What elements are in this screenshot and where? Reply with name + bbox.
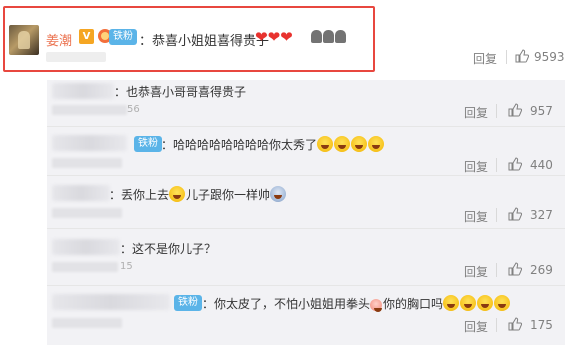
reply-button[interactable]: 回复	[464, 104, 488, 121]
reply-text: ：你太皮了，不怕小姐姐用拳头 你的胸口吗	[202, 295, 511, 312]
laugh-emoji-icon	[460, 295, 477, 311]
reply-text: ：这不是你儿子？	[120, 242, 217, 256]
avatar[interactable]	[9, 25, 39, 55]
reply-button[interactable]: 回复	[464, 208, 488, 225]
reply-button[interactable]: 回复	[464, 318, 488, 335]
heart-emojis: ❤ ❤ ❤	[255, 29, 293, 45]
heart-icon: ❤	[267, 28, 281, 46]
reply-item: ：也恭喜小哥哥喜得贵子 56 回复 957	[47, 80, 565, 124]
author-name[interactable]: 姜潮	[46, 30, 72, 49]
comment-text: ：恭喜小姐姐喜得贵子	[139, 34, 270, 49]
thumbs-up-icon[interactable]	[515, 49, 529, 63]
main-comment: 姜潮 V 铁粉 ：恭喜小姐姐喜得贵子 ❤ ❤ ❤ 回复 9593	[0, 0, 565, 80]
wink-emoji-icon	[477, 295, 494, 311]
like-count: 9593	[534, 50, 565, 64]
like-count: 175	[530, 318, 553, 332]
blurred-timestamp	[52, 158, 122, 168]
blurred-username	[52, 83, 114, 99]
clap-hands-icon	[311, 30, 322, 43]
fist-emoji-icon	[370, 299, 383, 312]
divider	[506, 50, 507, 64]
divider	[496, 158, 497, 172]
reply-list: ：也恭喜小哥哥喜得贵子 56 回复 957 铁粉 ：哈哈哈哈哈哈哈哈你太秀了 回…	[47, 80, 565, 345]
like-count: 269	[530, 263, 553, 277]
fan-badge: 铁粉	[109, 29, 137, 45]
laugh-emoji-icon	[494, 295, 511, 311]
reply-text: ：也恭喜小哥哥喜得贵子	[114, 85, 247, 99]
smile-emoji-icon	[169, 186, 186, 202]
reply-button[interactable]: 回复	[473, 50, 497, 67]
heart-icon: ❤	[255, 28, 268, 46]
reply-item: 铁粉 ：你太皮了，不怕小姐姐用拳头 你的胸口吗 回复 175	[47, 285, 565, 334]
blurred-timestamp	[52, 318, 122, 328]
fan-badge: 铁粉	[134, 136, 162, 152]
thumbs-up-icon[interactable]	[508, 157, 522, 171]
thumbs-up-icon[interactable]	[508, 207, 522, 221]
blurred-username	[52, 239, 120, 255]
like-count: 440	[530, 158, 553, 172]
clap-emojis	[311, 30, 346, 43]
thumbs-up-icon[interactable]	[508, 317, 522, 331]
blurred-username	[52, 135, 127, 151]
timestamp-fragment: 15	[120, 261, 133, 272]
blurred-timestamp	[52, 262, 118, 272]
divider	[496, 208, 497, 222]
divider	[496, 318, 497, 332]
divider	[496, 104, 497, 118]
heart-icon: ❤	[280, 28, 293, 46]
reply-item: ：丢你上去 儿子跟你一样帅 回复 327	[47, 175, 565, 224]
fan-badge: 铁粉	[174, 295, 202, 311]
blurred-timestamp	[46, 52, 106, 62]
laugh-emoji-icon	[317, 136, 334, 152]
reply-text: ：哈哈哈哈哈哈哈哈你太秀了	[161, 136, 385, 153]
blurred-timestamp	[52, 105, 127, 115]
reply-item: 铁粉 ：哈哈哈哈哈哈哈哈你太秀了 回复 440	[47, 126, 565, 174]
laugh-emoji-icon	[368, 136, 385, 152]
clap-hands-icon	[323, 30, 334, 43]
blurred-username	[52, 185, 110, 201]
timestamp-fragment: 56	[127, 104, 140, 115]
cool-emoji-icon	[270, 186, 287, 202]
clap-hands-icon	[335, 30, 346, 43]
blurred-timestamp	[52, 208, 122, 218]
laugh-emoji-icon	[443, 295, 460, 311]
reply-button[interactable]: 回复	[464, 158, 488, 175]
laugh-emoji-icon	[351, 136, 368, 152]
reply-item: ：这不是你儿子？ 15 回复 269	[47, 228, 565, 279]
thumbs-up-icon[interactable]	[508, 262, 522, 276]
reply-text: ：丢你上去 儿子跟你一样帅	[109, 186, 287, 203]
verified-badge-icon: V	[79, 29, 94, 44]
thumbs-up-icon[interactable]	[508, 103, 522, 117]
laugh-emoji-icon	[334, 136, 351, 152]
like-count: 327	[530, 208, 553, 222]
reply-button[interactable]: 回复	[464, 263, 488, 280]
like-count: 957	[530, 104, 553, 118]
divider	[496, 263, 497, 277]
blurred-username	[52, 294, 170, 310]
